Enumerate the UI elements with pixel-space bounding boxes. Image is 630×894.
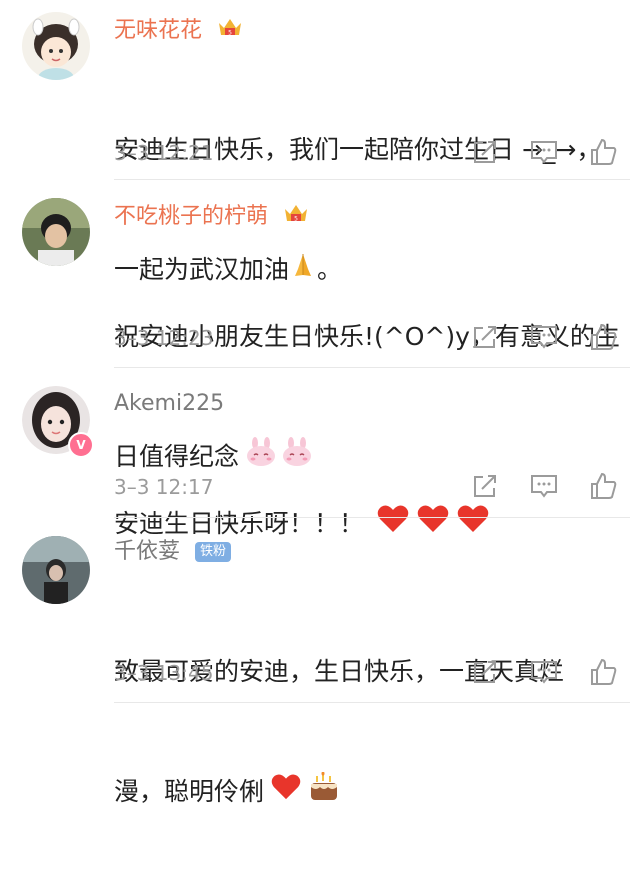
timestamp: 3–3 12:17 bbox=[114, 475, 214, 499]
timestamp: 3–3 12:21 bbox=[114, 141, 214, 165]
thumbs-up-icon[interactable] bbox=[588, 136, 620, 168]
username[interactable]: 不吃桃子的柠萌 5 bbox=[114, 201, 309, 233]
heart-emoji bbox=[270, 773, 302, 813]
timestamp: 3–3 12:23 bbox=[114, 326, 214, 350]
comment-item: 无味花花 5 安迪生日快乐，我们一起陪你过生日 →_→， 一起为武汉加油。 3–… bbox=[0, 0, 630, 284]
comment-item: V Akemi225 安迪生日快乐呀！！！ 3–3 12:17 bbox=[0, 368, 630, 538]
crown-vip-icon: 5 bbox=[217, 15, 243, 47]
comment-item: 不吃桃子的柠萌 5 祝安迪小朋友生日快乐!(^O^)y，有意义的生 日值得纪念 … bbox=[0, 180, 630, 471]
username-text[interactable]: 无味花花 bbox=[114, 18, 202, 43]
avatar[interactable]: V bbox=[22, 386, 94, 458]
username-text[interactable]: 不吃桃子的柠萌 bbox=[114, 204, 268, 229]
comment-text-line: 漫，聪明伶俐 bbox=[114, 771, 626, 814]
comment-item: 千依荽 铁粉 致最可爱的安迪，生日快乐，一直天真烂 漫，聪明伶俐 3–3 13:… bbox=[0, 518, 630, 806]
username[interactable]: 无味花花 5 bbox=[114, 15, 243, 47]
crown-vip-icon: 5 bbox=[283, 201, 309, 233]
thumbs-up-icon[interactable] bbox=[588, 470, 620, 502]
comment-text-part: 漫，聪明伶俐 bbox=[114, 777, 265, 806]
share-icon[interactable] bbox=[469, 470, 501, 502]
comment-icon[interactable] bbox=[528, 470, 560, 502]
share-icon[interactable] bbox=[469, 656, 501, 688]
share-icon[interactable] bbox=[469, 136, 501, 168]
avatar[interactable] bbox=[22, 198, 90, 266]
share-icon[interactable] bbox=[469, 321, 501, 353]
thumbs-up-icon[interactable] bbox=[588, 656, 620, 688]
svg-text:5: 5 bbox=[294, 216, 298, 223]
verified-badge-icon: V bbox=[68, 432, 94, 458]
divider bbox=[114, 702, 630, 703]
comment-text: 致最可爱的安迪，生日快乐，一直天真烂 漫，聪明伶俐 bbox=[114, 572, 626, 894]
fan-badge: 铁粉 bbox=[195, 542, 232, 562]
timestamp: 3–3 13:45 bbox=[114, 661, 214, 685]
comment-icon[interactable] bbox=[528, 321, 560, 353]
username-text[interactable]: 千依荽 bbox=[114, 539, 180, 564]
comment-icon[interactable] bbox=[528, 656, 560, 688]
avatar[interactable] bbox=[22, 536, 90, 604]
avatar[interactable] bbox=[22, 12, 90, 80]
svg-text:5: 5 bbox=[228, 30, 232, 37]
thumbs-up-icon[interactable] bbox=[588, 321, 620, 353]
comment-icon[interactable] bbox=[528, 136, 560, 168]
username[interactable]: Akemi225 bbox=[114, 390, 224, 418]
username[interactable]: 千依荽 铁粉 bbox=[114, 538, 232, 566]
birthday-cake-emoji bbox=[308, 771, 340, 814]
